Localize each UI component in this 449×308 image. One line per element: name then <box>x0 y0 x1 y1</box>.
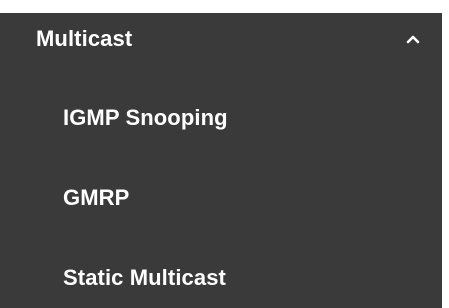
multicast-group-title: Multicast <box>36 26 133 51</box>
multicast-menu-panel: Multicast IGMP Snooping GMRP Static Mult… <box>0 13 442 308</box>
menu-item-static-multicast[interactable]: Static Multicast <box>0 252 442 304</box>
menu-item-label: GMRP <box>63 185 130 210</box>
multicast-group-header[interactable]: Multicast <box>0 13 442 65</box>
menu-item-label: IGMP Snooping <box>63 105 228 130</box>
menu-item-igmp-snooping[interactable]: IGMP Snooping <box>0 92 442 144</box>
menu-item-label: Static Multicast <box>63 265 226 290</box>
navigation-menu: Multicast IGMP Snooping GMRP Static Mult… <box>0 0 449 308</box>
menu-item-gmrp[interactable]: GMRP <box>0 172 442 224</box>
chevron-up-icon[interactable] <box>402 31 424 49</box>
